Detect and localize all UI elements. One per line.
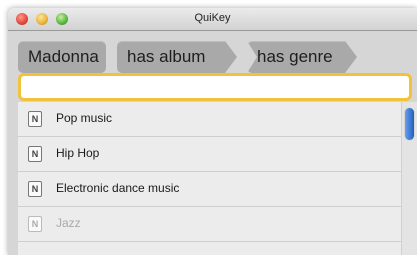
quikey-window: QuiKey Madonna has album has genre N Pop… bbox=[8, 8, 417, 255]
list-item[interactable]: N Jazz bbox=[18, 207, 402, 242]
scrollbar-thumb[interactable] bbox=[405, 108, 414, 140]
title-bar: QuiKey bbox=[8, 8, 417, 31]
list-item-label: Pop music bbox=[56, 111, 113, 125]
search-input[interactable] bbox=[18, 73, 412, 101]
concept-icon: N bbox=[28, 146, 42, 162]
concept-icon: N bbox=[28, 111, 42, 127]
list-item-label: Electronic dance music bbox=[56, 181, 180, 195]
list-item[interactable]: N Pop music bbox=[18, 102, 402, 137]
query-chip-relation-genre[interactable]: has genre bbox=[247, 41, 357, 73]
query-chip-relation-album[interactable]: has album bbox=[117, 41, 237, 73]
results-list: N Pop music N Hip Hop N Electronic dance… bbox=[18, 102, 402, 255]
concept-icon: N bbox=[28, 181, 42, 197]
list-item-label: Jazz bbox=[56, 216, 81, 230]
query-chip-subject[interactable]: Madonna bbox=[18, 41, 106, 73]
window-title: QuiKey bbox=[194, 12, 231, 24]
list-item-label: Hip Hop bbox=[56, 146, 100, 160]
list-item[interactable]: N Hip Hop bbox=[18, 137, 402, 172]
results-scrollbar[interactable] bbox=[401, 102, 417, 255]
list-item[interactable]: N Electronic dance music bbox=[18, 172, 402, 207]
concept-icon: N bbox=[28, 216, 42, 232]
